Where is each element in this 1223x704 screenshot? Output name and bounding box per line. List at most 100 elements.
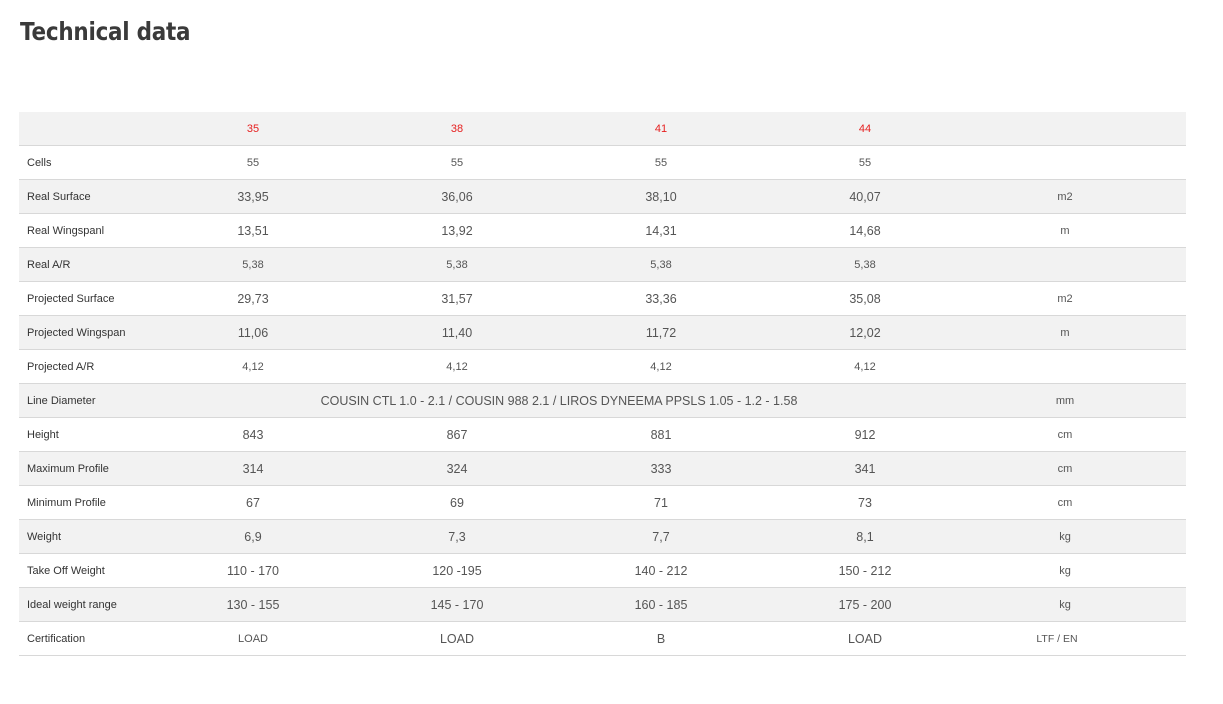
row-value: 867 <box>355 417 559 452</box>
row-unit: m2 <box>967 179 1186 214</box>
row-value: 14,68 <box>763 213 967 248</box>
row-value: 145 - 170 <box>355 587 559 622</box>
row-value: 14,31 <box>559 213 763 248</box>
row-value: 13,92 <box>355 213 559 248</box>
row-value: 324 <box>355 451 559 486</box>
row-unit: cm <box>967 417 1186 452</box>
row-label: Projected Wingspan <box>19 315 151 350</box>
row-value: LOAD <box>151 621 355 656</box>
table-row: Real A/R 5,38 5,38 5,38 5,38 <box>19 247 1186 282</box>
table-row: Line Diameter COUSIN CTL 1.0 - 2.1 / COU… <box>19 383 1186 418</box>
table-row: Real Surface 33,95 36,06 38,10 40,07 m2 <box>19 179 1186 214</box>
row-label: Line Diameter <box>19 383 151 418</box>
row-value: 36,06 <box>355 179 559 214</box>
table-row: Certification LOAD LOAD B LOAD LTF / EN <box>19 621 1186 656</box>
row-value: B <box>559 621 763 656</box>
row-label: Minimum Profile <box>19 485 151 520</box>
row-value: 912 <box>763 417 967 452</box>
table-row: Maximum Profile 314 324 333 341 cm <box>19 451 1186 486</box>
row-label: Maximum Profile <box>19 451 151 486</box>
row-value: 69 <box>355 485 559 520</box>
row-unit: cm <box>967 485 1186 520</box>
row-value: 314 <box>151 451 355 486</box>
row-value: 5,38 <box>763 247 967 282</box>
size-header: 44 <box>763 112 967 146</box>
row-value: 843 <box>151 417 355 452</box>
technical-data-table: 35 38 41 44 Cells 55 55 55 55 Real Surfa… <box>19 112 1186 656</box>
table-row: Height 843 867 881 912 cm <box>19 417 1186 452</box>
row-value: 5,38 <box>355 247 559 282</box>
row-value: 7,7 <box>559 519 763 554</box>
table-row: Projected A/R 4,12 4,12 4,12 4,12 <box>19 349 1186 384</box>
row-value: 29,73 <box>151 281 355 316</box>
page-title: Technical data <box>20 17 191 46</box>
table-row: Projected Wingspan 11,06 11,40 11,72 12,… <box>19 315 1186 350</box>
row-value: 160 - 185 <box>559 587 763 622</box>
row-value: 130 - 155 <box>151 587 355 622</box>
row-unit: m <box>967 315 1186 350</box>
row-label: Weight <box>19 519 151 554</box>
row-label: Real Wingspanl <box>19 213 151 248</box>
row-value: 150 - 212 <box>763 553 967 588</box>
row-value: 55 <box>763 145 967 180</box>
row-value: 110 - 170 <box>151 553 355 588</box>
size-header: 35 <box>151 112 355 146</box>
row-value: 120 -195 <box>355 553 559 588</box>
row-value: 40,07 <box>763 179 967 214</box>
row-unit <box>967 349 1186 384</box>
row-value: 35,08 <box>763 281 967 316</box>
row-value: 33,36 <box>559 281 763 316</box>
row-label: Take Off Weight <box>19 553 151 588</box>
row-unit: mm <box>967 383 1186 418</box>
header-unit-cell <box>967 112 1186 146</box>
row-value: 333 <box>559 451 763 486</box>
row-unit: kg <box>967 519 1186 554</box>
row-value: 5,38 <box>151 247 355 282</box>
row-value: 13,51 <box>151 213 355 248</box>
row-value: 881 <box>559 417 763 452</box>
table-row: Weight 6,9 7,3 7,7 8,1 kg <box>19 519 1186 554</box>
row-value: 4,12 <box>151 349 355 384</box>
row-label: Projected Surface <box>19 281 151 316</box>
row-value: 8,1 <box>763 519 967 554</box>
row-unit <box>967 145 1186 180</box>
row-value: 55 <box>559 145 763 180</box>
row-value: 11,40 <box>355 315 559 350</box>
line-diameter-value: COUSIN CTL 1.0 - 2.1 / COUSIN 988 2.1 / … <box>151 383 967 418</box>
row-value: 67 <box>151 485 355 520</box>
header-empty-cell <box>19 112 151 146</box>
row-value: 33,95 <box>151 179 355 214</box>
row-unit <box>967 247 1186 282</box>
row-label: Ideal weight range <box>19 587 151 622</box>
row-value: 55 <box>355 145 559 180</box>
row-value: 12,02 <box>763 315 967 350</box>
row-value: 5,38 <box>559 247 763 282</box>
row-value: LOAD <box>763 621 967 656</box>
row-label: Cells <box>19 145 151 180</box>
row-unit: LTF / EN <box>967 621 1186 656</box>
row-label: Height <box>19 417 151 452</box>
row-unit: cm <box>967 451 1186 486</box>
size-header: 41 <box>559 112 763 146</box>
row-unit: kg <box>967 553 1186 588</box>
row-label: Real A/R <box>19 247 151 282</box>
row-value: 7,3 <box>355 519 559 554</box>
row-value: 11,06 <box>151 315 355 350</box>
row-value: 4,12 <box>559 349 763 384</box>
row-value: 341 <box>763 451 967 486</box>
size-header: 38 <box>355 112 559 146</box>
row-unit: m2 <box>967 281 1186 316</box>
row-value: 73 <box>763 485 967 520</box>
table-row: Projected Surface 29,73 31,57 33,36 35,0… <box>19 281 1186 316</box>
row-value: 140 - 212 <box>559 553 763 588</box>
row-value: LOAD <box>355 621 559 656</box>
table-row: Real Wingspanl 13,51 13,92 14,31 14,68 m <box>19 213 1186 248</box>
size-header-row: 35 38 41 44 <box>19 112 1186 146</box>
row-value: 38,10 <box>559 179 763 214</box>
row-value: 31,57 <box>355 281 559 316</box>
table-row: Take Off Weight 110 - 170 120 -195 140 -… <box>19 553 1186 588</box>
table-row: Minimum Profile 67 69 71 73 cm <box>19 485 1186 520</box>
row-label: Projected A/R <box>19 349 151 384</box>
row-value: 11,72 <box>559 315 763 350</box>
row-label: Certification <box>19 621 151 656</box>
